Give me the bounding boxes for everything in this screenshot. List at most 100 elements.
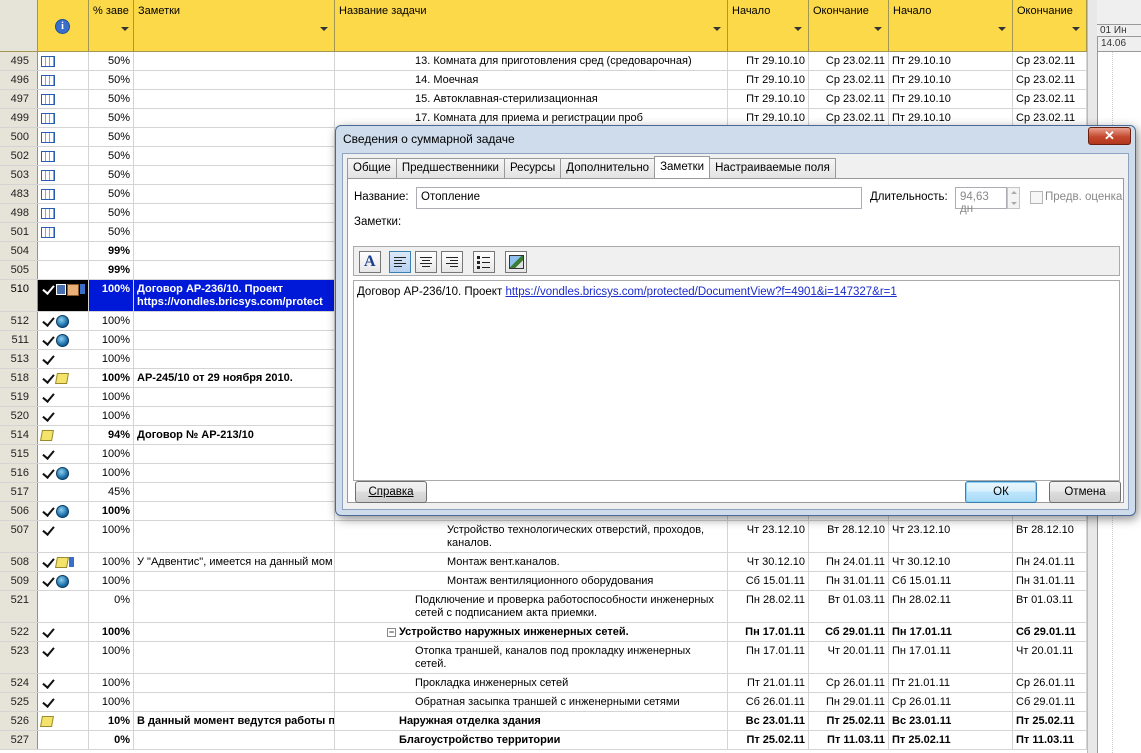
table-row[interactable]: 521 0% Подключение и проверка работоспособ…	[0, 591, 1087, 623]
finish2-date-cell[interactable]: Пн 24.01.11	[1013, 553, 1087, 571]
row-id-cell[interactable]: 516	[0, 464, 38, 482]
percent-complete-cell[interactable]: 50%	[89, 147, 134, 165]
indicators-cell[interactable]	[38, 147, 89, 165]
notes-cell[interactable]	[134, 521, 335, 552]
percent-complete-cell[interactable]: 100%	[89, 350, 134, 368]
table-row[interactable]: 509 100% Монтаж вентиляционного оборудован…	[0, 572, 1087, 591]
start2-date-cell[interactable]: Чт 23.12.10	[889, 521, 1013, 552]
indicators-cell[interactable]	[38, 350, 89, 368]
start2-date-cell[interactable]: Пт 29.10.10	[889, 52, 1013, 70]
name-input[interactable]: Отопление	[416, 187, 862, 209]
row-id-cell[interactable]: 525	[0, 693, 38, 711]
finish2-date-cell[interactable]: Пт 11.03.11	[1013, 731, 1087, 749]
row-id-cell[interactable]: 497	[0, 90, 38, 108]
ok-button[interactable]: ОК	[965, 481, 1037, 503]
notes-cell[interactable]	[134, 591, 335, 622]
start2-date-cell[interactable]: Пт 29.10.10	[889, 90, 1013, 108]
finish2-date-cell[interactable]: Ср 26.01.11	[1013, 674, 1087, 692]
row-id-cell[interactable]: 526	[0, 712, 38, 730]
table-row[interactable]: 525 100% Обратная засыпка траншей с инжене…	[0, 693, 1087, 712]
notes-cell[interactable]	[134, 693, 335, 711]
notes-cell[interactable]	[134, 731, 335, 749]
indicators-cell[interactable]	[38, 642, 89, 673]
percent-complete-cell[interactable]: 50%	[89, 90, 134, 108]
notes-cell[interactable]	[134, 674, 335, 692]
percent-complete-cell[interactable]: 10%	[89, 712, 134, 730]
row-id-cell[interactable]: 519	[0, 388, 38, 406]
start2-header[interactable]: Начало	[889, 0, 1013, 52]
table-row[interactable]: 508 100% У "Адвентис", имеется на данный м…	[0, 553, 1087, 572]
notes-cell[interactable]	[134, 147, 335, 165]
notes-cell[interactable]	[134, 312, 335, 330]
notes-cell[interactable]	[134, 52, 335, 70]
notes-cell[interactable]	[134, 242, 335, 260]
start-date-cell[interactable]: Вс 23.01.11	[728, 712, 809, 730]
indicators-cell[interactable]	[38, 623, 89, 641]
tab-2[interactable]: Ресурсы	[503, 158, 562, 178]
close-button[interactable]: ✕	[1088, 127, 1131, 145]
row-id-cell[interactable]: 522	[0, 623, 38, 641]
notes-header[interactable]: Заметки	[134, 0, 335, 52]
indicators-cell[interactable]	[38, 445, 89, 463]
finish2-date-cell[interactable]: Чт 20.01.11	[1013, 642, 1087, 673]
indicators-cell[interactable]	[38, 426, 89, 444]
start-date-cell[interactable]: Чт 30.12.10	[728, 553, 809, 571]
task-name-cell[interactable]: 14. Моечная	[335, 71, 728, 89]
notes-cell[interactable]	[134, 572, 335, 590]
row-id-cell[interactable]: 500	[0, 128, 38, 146]
notes-cell[interactable]	[134, 445, 335, 463]
notes-text-area[interactable]: Договор АР-236/10. Проект https://vondle…	[353, 280, 1120, 481]
task-name-cell[interactable]: Благоустройство территории	[335, 731, 728, 749]
table-row[interactable]: 527 0% Благоустройство территории Пт 25.02.…	[0, 731, 1087, 750]
finish-date-cell[interactable]: Ср 26.01.11	[809, 674, 889, 692]
start-date-cell[interactable]: Сб 26.01.11	[728, 693, 809, 711]
start2-date-cell[interactable]: Пн 17.01.11	[889, 642, 1013, 673]
task-name-cell[interactable]: 15. Автоклавная-стерилизационная	[335, 90, 728, 108]
font-button[interactable]: A	[359, 251, 381, 273]
indicators-cell[interactable]	[38, 369, 89, 387]
finish-date-cell[interactable]: Чт 20.01.11	[809, 642, 889, 673]
indicators-cell[interactable]	[38, 521, 89, 552]
finish-date-cell[interactable]: Пт 25.02.11	[809, 712, 889, 730]
finish2-date-cell[interactable]: Ср 23.02.11	[1013, 90, 1087, 108]
indicators-cell[interactable]	[38, 553, 89, 571]
finish2-date-cell[interactable]: Вт 28.12.10	[1013, 521, 1087, 552]
indicators-cell[interactable]	[38, 674, 89, 692]
percent-complete-cell[interactable]: 100%	[89, 464, 134, 482]
table-row[interactable]: 526 10% В данный момент ведутся работы по Н…	[0, 712, 1087, 731]
finish-date-cell[interactable]: Вт 28.12.10	[809, 521, 889, 552]
start2-date-cell[interactable]: Чт 30.12.10	[889, 553, 1013, 571]
notes-cell[interactable]	[134, 90, 335, 108]
percent-complete-cell[interactable]: 100%	[89, 521, 134, 552]
percent-complete-cell[interactable]: 100%	[89, 674, 134, 692]
percent-complete-cell[interactable]: 50%	[89, 128, 134, 146]
start-date-cell[interactable]: Пт 29.10.10	[728, 71, 809, 89]
finish-date-cell[interactable]: Ср 23.02.11	[809, 52, 889, 70]
row-id-cell[interactable]: 514	[0, 426, 38, 444]
insert-object-button[interactable]	[505, 251, 527, 273]
notes-cell[interactable]	[134, 261, 335, 279]
tab-5[interactable]: Настраиваемые поля	[709, 158, 836, 178]
finish2-date-cell[interactable]: Вт 01.03.11	[1013, 591, 1087, 622]
estimate-checkbox[interactable]	[1030, 191, 1043, 204]
percent-complete-cell[interactable]: 0%	[89, 731, 134, 749]
row-id-cell[interactable]: 501	[0, 223, 38, 241]
finish-date-cell[interactable]: Сб 29.01.11	[809, 623, 889, 641]
percent-complete-cell[interactable]: 100%	[89, 312, 134, 330]
finish-date-cell[interactable]: Пн 31.01.11	[809, 572, 889, 590]
row-id-cell[interactable]: 502	[0, 147, 38, 165]
table-row[interactable]: 496 50% 14. Моечная Пт 29.10.10 Ср 23.02.11 П…	[0, 71, 1087, 90]
percent-complete-cell[interactable]: 100%	[89, 642, 134, 673]
start-date-cell[interactable]: Пт 29.10.10	[728, 90, 809, 108]
notes-cell[interactable]	[134, 204, 335, 222]
percent-complete-cell[interactable]: 45%	[89, 483, 134, 501]
indicators-cell[interactable]	[38, 712, 89, 730]
duration-input[interactable]: 94,63 дн	[955, 187, 1007, 215]
finish2-date-cell[interactable]: Пн 31.01.11	[1013, 572, 1087, 590]
percent-complete-cell[interactable]: 50%	[89, 223, 134, 241]
notes-cell[interactable]	[134, 623, 335, 641]
indicators-cell[interactable]	[38, 185, 89, 203]
notes-cell[interactable]: Договор № АР-213/10	[134, 426, 335, 444]
percent-complete-cell[interactable]: 100%	[89, 572, 134, 590]
indicators-cell[interactable]	[38, 109, 89, 127]
